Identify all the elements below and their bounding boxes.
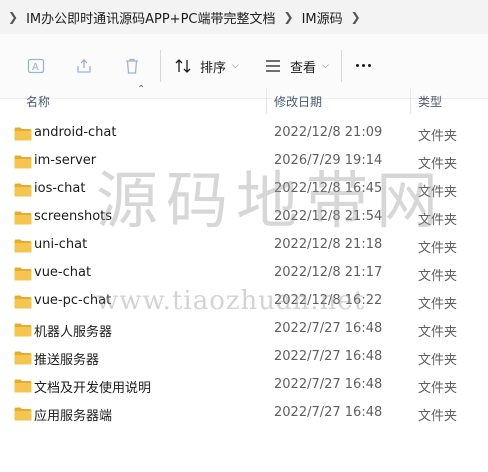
file-name[interactable]: android-chat	[34, 125, 116, 140]
file-type: 文件夹	[418, 241, 458, 256]
folder-icon	[14, 266, 32, 281]
chevron-down-icon: ⌵	[322, 61, 329, 71]
column-header-name[interactable]: 名称	[26, 88, 50, 114]
delete-icon[interactable]	[122, 56, 142, 76]
view-icon	[266, 60, 280, 72]
file-date: 2022/12/8 16:45	[274, 181, 383, 196]
chevron-down-icon: ⌵	[232, 61, 239, 71]
file-type: 文件夹	[418, 157, 458, 172]
file-name[interactable]: vue-pc-chat	[34, 293, 111, 308]
file-row[interactable]: uni-chat 2022/12/8 21:18 文件夹	[0, 231, 488, 259]
file-date: 2022/7/27 16:48	[274, 405, 383, 420]
file-date: 2026/7/29 19:14	[274, 153, 383, 168]
sort-icon	[175, 59, 191, 73]
file-row[interactable]: 机器人服务器 2022/7/27 16:48 文件夹	[0, 315, 488, 343]
file-row[interactable]: im-server 2026/7/29 19:14 文件夹	[0, 147, 488, 175]
file-name[interactable]: vue-chat	[34, 265, 91, 280]
file-type: 文件夹	[418, 381, 458, 396]
folder-icon	[14, 126, 32, 141]
file-date: 2022/12/8 21:54	[274, 209, 383, 224]
file-name[interactable]: screenshots	[34, 209, 112, 224]
file-type: 文件夹	[418, 297, 458, 312]
file-type: 文件夹	[418, 129, 458, 144]
rename-icon[interactable]: A	[26, 56, 46, 76]
folder-icon	[14, 182, 32, 197]
folder-icon	[14, 294, 32, 309]
file-date: 2022/7/27 16:48	[274, 321, 383, 336]
column-divider[interactable]	[266, 88, 267, 114]
file-row[interactable]: android-chat 2022/12/8 21:09 文件夹	[0, 119, 488, 147]
chevron-right-icon[interactable]: ❯	[276, 10, 302, 24]
file-row[interactable]: vue-chat 2022/12/8 21:17 文件夹	[0, 259, 488, 287]
file-date: 2022/7/27 16:48	[274, 377, 383, 392]
column-divider[interactable]	[410, 88, 411, 114]
toolbar-divider	[341, 50, 342, 82]
file-name[interactable]: 推送服务器	[34, 349, 99, 368]
file-name[interactable]: im-server	[34, 153, 96, 168]
file-name[interactable]: ios-chat	[34, 181, 85, 196]
breadcrumb-item-current[interactable]: IM源码	[302, 8, 343, 27]
more-icon[interactable]	[356, 64, 371, 67]
file-type: 文件夹	[418, 409, 458, 424]
file-name[interactable]: 文档及开发使用说明	[34, 377, 151, 396]
file-row[interactable]: 推送服务器 2022/7/27 16:48 文件夹	[0, 343, 488, 371]
file-name[interactable]: 应用服务器端	[34, 405, 112, 424]
file-row[interactable]: screenshots 2022/12/8 21:54 文件夹	[0, 203, 488, 231]
file-type: 文件夹	[418, 325, 458, 340]
file-type: 文件夹	[418, 353, 458, 368]
address-bar[interactable]: ❯ IM办公即时通讯源码APP+PC端带完整文档 ❯ IM源码 ❯	[0, 0, 488, 34]
file-type: 文件夹	[418, 213, 458, 228]
toolbar-divider	[160, 50, 161, 82]
file-row[interactable]: 文档及开发使用说明 2022/7/27 16:48 文件夹	[0, 371, 488, 399]
chevron-right-icon[interactable]: ❯	[343, 10, 369, 24]
share-icon[interactable]	[74, 56, 94, 76]
sort-up-icon: ⌃	[137, 84, 146, 95]
file-date: 2022/7/27 16:48	[274, 349, 383, 364]
column-header-type[interactable]: 类型	[418, 88, 442, 114]
folder-icon	[14, 406, 32, 421]
view-button[interactable]: 查看 ⌵	[264, 50, 329, 82]
file-row[interactable]: ios-chat 2022/12/8 16:45 文件夹	[0, 175, 488, 203]
folder-icon	[14, 154, 32, 169]
folder-icon	[14, 238, 32, 253]
sort-label: 排序	[200, 60, 227, 76]
folder-icon	[14, 350, 32, 365]
file-row[interactable]: vue-pc-chat 2022/12/8 16:22 文件夹	[0, 287, 488, 315]
file-date: 2022/12/8 16:22	[274, 293, 383, 308]
chevron-right-icon[interactable]: ❯	[0, 10, 26, 24]
file-row[interactable]: 应用服务器端 2022/7/27 16:48 文件夹	[0, 399, 488, 427]
file-type: 文件夹	[418, 269, 458, 284]
file-name[interactable]: uni-chat	[34, 237, 87, 252]
svg-text:A: A	[32, 62, 39, 73]
breadcrumb-item-root[interactable]: IM办公即时通讯源码APP+PC端带完整文档	[26, 8, 275, 27]
folder-icon	[14, 378, 32, 393]
view-label: 查看	[290, 60, 317, 76]
file-date: 2022/12/8 21:17	[274, 265, 383, 280]
file-name[interactable]: 机器人服务器	[34, 321, 112, 340]
toolbar: A 排序 ⌵ 查看 ⌵	[0, 34, 488, 99]
folder-icon	[14, 322, 32, 337]
file-date: 2022/12/8 21:09	[274, 125, 383, 140]
column-header-date[interactable]: 修改日期	[274, 88, 322, 114]
file-type: 文件夹	[418, 185, 458, 200]
folder-icon	[14, 210, 32, 225]
file-date: 2022/12/8 21:18	[274, 237, 383, 252]
sort-button[interactable]: 排序 ⌵	[174, 50, 239, 82]
